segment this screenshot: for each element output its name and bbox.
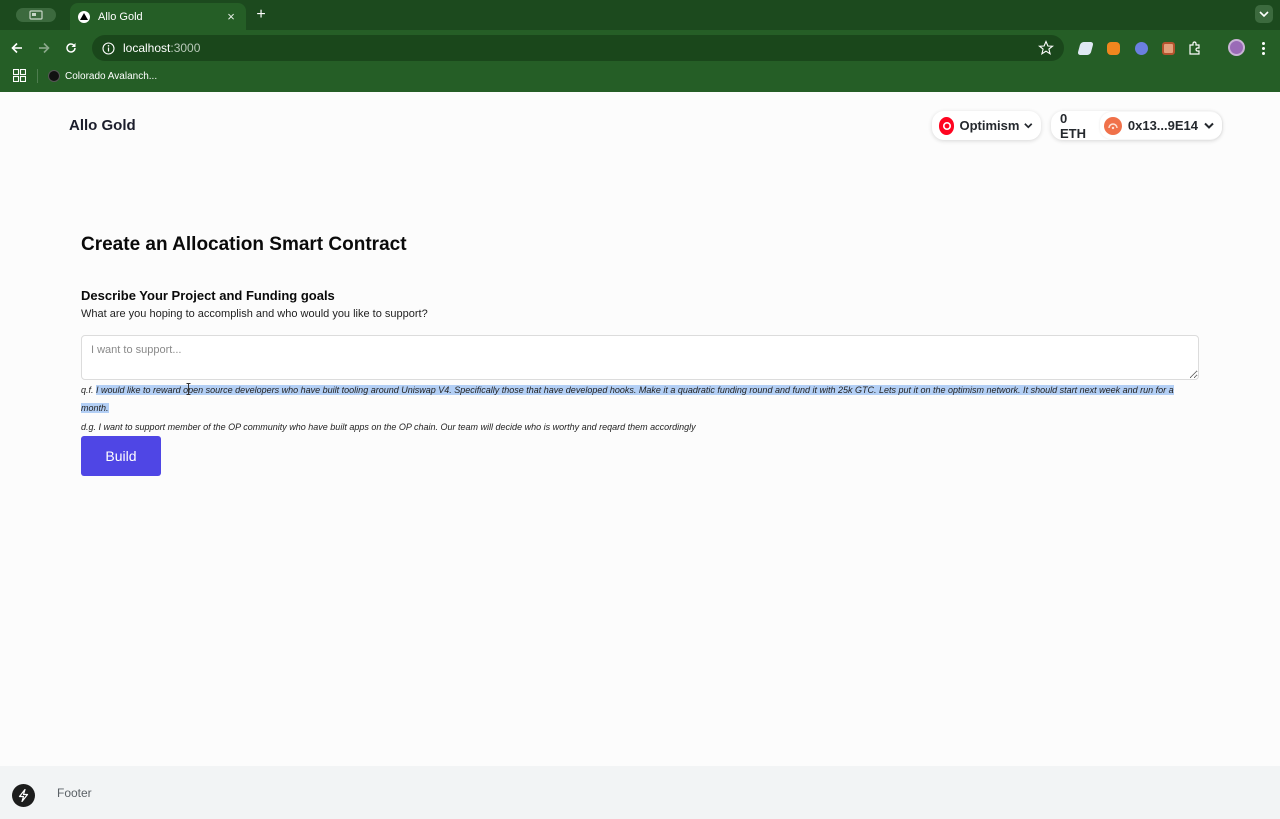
example-quadratic-funding[interactable]: q.f. I would like to reward open source … bbox=[81, 381, 1199, 417]
profile-avatar[interactable] bbox=[1228, 39, 1245, 56]
reload-icon bbox=[66, 43, 76, 53]
network-label: Optimism bbox=[959, 118, 1020, 133]
example-text: I want to support member of the OP commu… bbox=[98, 422, 696, 432]
address-pill[interactable]: 0x13...9E14 bbox=[1099, 112, 1222, 139]
optimism-logo-icon bbox=[939, 116, 955, 135]
account-button[interactable]: 0 ETH 0x13...9E14 bbox=[1051, 110, 1222, 141]
forward-button[interactable] bbox=[35, 39, 53, 57]
bolt-icon[interactable] bbox=[12, 784, 35, 807]
extension-3-icon[interactable] bbox=[1132, 39, 1150, 57]
bookmarks-divider bbox=[37, 69, 38, 83]
example-prefix: q.f. bbox=[81, 385, 94, 395]
reload-button[interactable] bbox=[62, 39, 80, 57]
extension-4-icon[interactable] bbox=[1159, 39, 1177, 57]
project-description-input[interactable] bbox=[81, 335, 1199, 380]
example-prefix: d.g. bbox=[81, 422, 97, 432]
chevron-down-icon bbox=[1024, 123, 1033, 129]
tab-close-icon[interactable]: × bbox=[224, 9, 238, 24]
example-direct-grants[interactable]: d.g. I want to support member of the OP … bbox=[81, 418, 1199, 436]
eth-balance: 0 ETH bbox=[1060, 110, 1086, 141]
footer-label: Footer bbox=[57, 786, 92, 800]
tab-search-button[interactable] bbox=[1255, 5, 1273, 23]
account-avatar-icon bbox=[1103, 116, 1122, 135]
bookmark-favicon-icon bbox=[48, 70, 60, 82]
tab-title: Allo Gold bbox=[98, 10, 143, 23]
page-title: Create an Allocation Smart Contract bbox=[81, 234, 407, 255]
apps-icon[interactable] bbox=[13, 69, 26, 82]
bookmarks-bar: Colorado Avalanch... bbox=[0, 66, 1280, 86]
url-port: :3000 bbox=[170, 41, 201, 55]
url-host: localhost bbox=[123, 41, 171, 55]
bookmark-label: Colorado Avalanch... bbox=[65, 70, 158, 82]
browser-toolbar: localhost:3000 bbox=[0, 34, 1280, 62]
extensions-puzzle-icon[interactable] bbox=[1186, 39, 1204, 57]
chevron-down-icon bbox=[1259, 10, 1269, 17]
metamask-extension-icon[interactable] bbox=[1104, 39, 1122, 57]
tab-allo-gold[interactable]: Allo Gold × bbox=[70, 3, 246, 30]
text-cursor-icon bbox=[186, 383, 191, 395]
brand-logo-text[interactable]: Allo Gold bbox=[69, 117, 136, 134]
extension-1-icon[interactable] bbox=[1076, 39, 1094, 57]
chevron-down-icon bbox=[1204, 122, 1214, 129]
wallet-address: 0x13...9E14 bbox=[1127, 118, 1198, 133]
tab-strip: Allo Gold × + bbox=[0, 0, 1280, 30]
section-title: Describe Your Project and Funding goals bbox=[81, 288, 335, 303]
network-selector-button[interactable]: Optimism bbox=[932, 111, 1041, 140]
bookmark-colorado-avalanche[interactable]: Colorado Avalanch... bbox=[48, 68, 157, 84]
new-tab-button[interactable]: + bbox=[252, 6, 270, 24]
footer: Footer bbox=[0, 766, 1280, 819]
tab-group-icon[interactable] bbox=[16, 8, 56, 22]
build-button[interactable]: Build bbox=[81, 436, 161, 476]
vercel-favicon-icon bbox=[78, 10, 90, 23]
star-icon[interactable] bbox=[1038, 40, 1054, 56]
back-icon bbox=[11, 42, 22, 54]
back-button[interactable] bbox=[8, 39, 26, 57]
browser-chrome: Allo Gold × + localhost:3000 Colorado A… bbox=[0, 0, 1280, 92]
info-icon[interactable] bbox=[102, 41, 115, 55]
forward-icon bbox=[39, 42, 50, 54]
address-bar[interactable]: localhost:3000 bbox=[92, 35, 1064, 61]
section-subtitle: What are you hoping to accomplish and wh… bbox=[81, 308, 428, 320]
kebab-menu-icon[interactable] bbox=[1258, 39, 1268, 57]
example-text: I would like to reward open source devel… bbox=[81, 385, 1174, 413]
